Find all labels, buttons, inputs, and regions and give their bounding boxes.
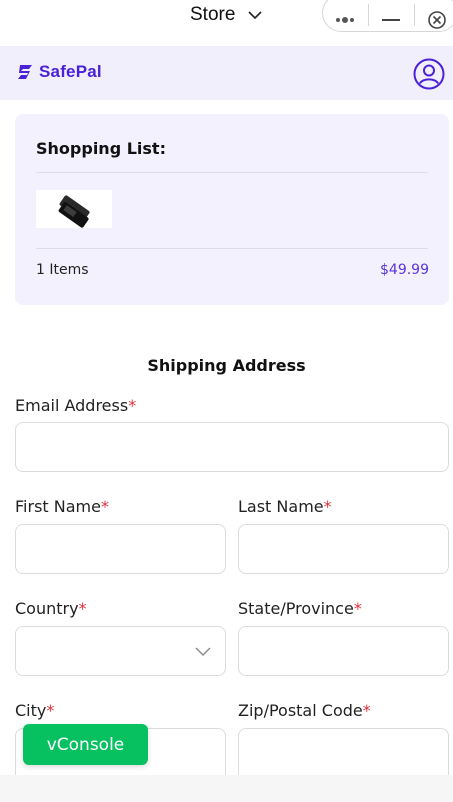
product-image: [36, 190, 112, 228]
bottom-band: [0, 775, 453, 802]
brand-name: SafePal: [39, 62, 102, 81]
vconsole-button[interactable]: vConsole: [23, 724, 148, 765]
state-label: State/Province*: [238, 599, 362, 618]
close-button[interactable]: [415, 0, 453, 33]
chevron-down-icon: [195, 647, 211, 656]
mini-program-topbar: Store: [0, 0, 453, 46]
close-circle-icon: [428, 11, 446, 29]
last-name-label: Last Name*: [238, 497, 332, 516]
email-field[interactable]: [15, 422, 449, 472]
required-mark: *: [46, 701, 55, 720]
required-mark: *: [362, 701, 371, 720]
last-name-field[interactable]: [238, 524, 449, 574]
city-label: City*: [15, 701, 55, 720]
zip-label: Zip/Postal Code*: [238, 701, 371, 720]
capsule-menu: [322, 0, 453, 32]
more-button[interactable]: [323, 0, 367, 33]
safepal-logo-icon: [18, 65, 32, 79]
minimize-button[interactable]: [369, 0, 413, 33]
chevron-down-icon[interactable]: [248, 8, 262, 22]
brand-header: SafePal: [0, 46, 453, 100]
hardware-wallet-product: [58, 195, 90, 228]
page-title: Store: [190, 4, 236, 25]
items-count: 1 Items: [36, 262, 89, 278]
minimize-icon: [382, 19, 400, 21]
divider: [36, 172, 428, 173]
divider: [36, 248, 428, 249]
email-label: Email Address*: [15, 396, 137, 415]
required-mark: *: [353, 599, 362, 618]
state-field[interactable]: [238, 626, 449, 676]
total-price: $49.99: [380, 262, 429, 278]
country-select[interactable]: [15, 626, 226, 676]
required-mark: *: [78, 599, 87, 618]
more-dots-icon: [336, 17, 354, 23]
user-account-icon[interactable]: [413, 58, 445, 90]
shopping-list-title: Shopping List:: [36, 139, 166, 158]
safepal-logo[interactable]: SafePal: [16, 62, 102, 82]
required-mark: *: [100, 497, 109, 516]
first-name-label: First Name*: [15, 497, 109, 516]
required-mark: *: [128, 396, 137, 415]
shipping-address-heading: Shipping Address: [147, 356, 306, 375]
required-mark: *: [323, 497, 332, 516]
first-name-field[interactable]: [15, 524, 226, 574]
country-label: Country*: [15, 599, 87, 618]
shopping-list-card: Shopping List: 1 Items $49.99: [15, 114, 449, 305]
zip-field[interactable]: [238, 728, 449, 775]
